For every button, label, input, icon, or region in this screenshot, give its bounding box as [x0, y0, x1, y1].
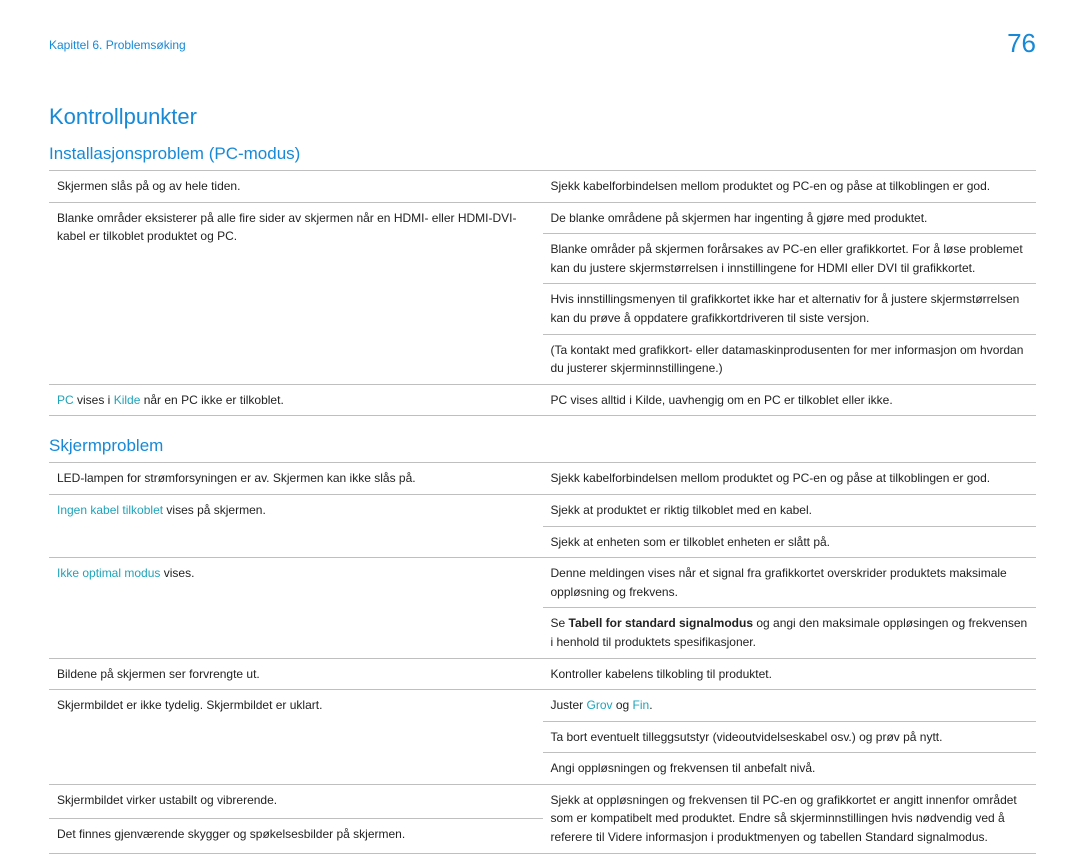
cell-solution: (Ta kontakt med grafikkort- eller datama… — [543, 334, 1037, 384]
accent-text: Kilde — [114, 393, 141, 407]
section1-table: Skjermen slås på og av hele tiden. Sjekk… — [49, 170, 1036, 416]
cell-solution: Sjekk at enheten som er tilkoblet enhete… — [543, 526, 1037, 558]
cell-solution: Se Tabell for standard signalmodus og an… — [543, 608, 1037, 658]
cell-problem: Ingen kabel tilkoblet vises på skjermen. — [49, 494, 543, 557]
cell-solution: Angi oppløsningen og frekvensen til anbe… — [543, 753, 1037, 785]
table-row: Ikke optimal modus vises. Denne meldinge… — [49, 558, 1036, 608]
cell-solution: Sjekk kabelforbindelsen mellom produktet… — [543, 171, 1037, 203]
table-row: Skjermen slås på og av hele tiden. Sjekk… — [49, 171, 1036, 203]
cell-solution: Ta bort eventuelt tilleggsutstyr (videou… — [543, 721, 1037, 753]
text: når en PC ikke er tilkoblet. — [140, 393, 283, 407]
table-row: Blanke områder eksisterer på alle fire s… — [49, 202, 1036, 234]
cell-problem: Skjermbildet virker ustabilt og vibreren… — [49, 784, 543, 818]
cell-solution: De blanke områdene på skjermen har ingen… — [543, 202, 1037, 234]
cell-problem: Blanke områder eksisterer på alle fire s… — [49, 202, 543, 384]
cell-solution: PC vises alltid i Kilde, uavhengig om en… — [543, 384, 1037, 416]
cell-solution: Juster Grov og Fin. — [543, 690, 1037, 722]
cell-solution: Blanke områder på skjermen forårsakes av… — [543, 234, 1037, 284]
cell-problem: Skjermen slås på og av hele tiden. — [49, 171, 543, 203]
text: vises. — [160, 566, 194, 580]
main-heading: Kontrollpunkter — [49, 104, 1036, 130]
cell-solution: Sjekk at produktet er riktig tilkoblet m… — [543, 494, 1037, 526]
cell-problem: Skjermbildet er ikke tydelig. Skjermbild… — [49, 690, 543, 785]
text: . — [649, 698, 652, 712]
section2-heading: Skjermproblem — [49, 436, 1036, 456]
cell-problem: Ikke optimal modus vises. — [49, 558, 543, 658]
accent-text: Fin — [633, 698, 650, 712]
cell-solution: Kontroller kabelens tilkobling til produ… — [543, 658, 1037, 690]
page-number: 76 — [1007, 28, 1036, 59]
cell-solution: Sjekk at oppløsningen og frekvensen til … — [543, 784, 1037, 853]
text: vises på skjermen. — [163, 503, 266, 517]
table-row: PC vises i Kilde når en PC ikke er tilko… — [49, 384, 1036, 416]
cell-problem: PC vises i Kilde når en PC ikke er tilko… — [49, 384, 543, 416]
text: Juster — [551, 698, 587, 712]
section2-table: LED-lampen for strømforsyningen er av. S… — [49, 462, 1036, 853]
cell-problem: Det finnes gjenværende skygger og spøkel… — [49, 819, 543, 853]
breadcrumb: Kapittel 6. Problemsøking — [49, 38, 1036, 52]
cell-problem: Bildene på skjermen ser forvrengte ut. — [49, 658, 543, 690]
table-row: Skjermbildet er ikke tydelig. Skjermbild… — [49, 690, 1036, 722]
bold-text: Tabell for standard signalmodus — [569, 616, 753, 630]
cell-solution: Sjekk kabelforbindelsen mellom produktet… — [543, 463, 1037, 495]
table-row: Skjermbildet virker ustabilt og vibreren… — [49, 784, 1036, 818]
accent-text: Grov — [587, 698, 613, 712]
section1-heading: Installasjonsproblem (PC-modus) — [49, 144, 1036, 164]
accent-text: Ingen kabel tilkoblet — [57, 503, 163, 517]
table-row: Ingen kabel tilkoblet vises på skjermen.… — [49, 494, 1036, 526]
text: Se — [551, 616, 569, 630]
accent-text: Ikke optimal modus — [57, 566, 160, 580]
cell-solution: Hvis innstillingsmenyen til grafikkortet… — [543, 284, 1037, 334]
page: Kapittel 6. Problemsøking 76 Kontrollpun… — [0, 0, 1080, 763]
accent-text: PC — [57, 393, 74, 407]
table-row: LED-lampen for strømforsyningen er av. S… — [49, 463, 1036, 495]
text: vises i — [74, 393, 114, 407]
cell-problem: LED-lampen for strømforsyningen er av. S… — [49, 463, 543, 495]
text: og — [613, 698, 633, 712]
table-row: Bildene på skjermen ser forvrengte ut. K… — [49, 658, 1036, 690]
cell-solution: Denne meldingen vises når et signal fra … — [543, 558, 1037, 608]
